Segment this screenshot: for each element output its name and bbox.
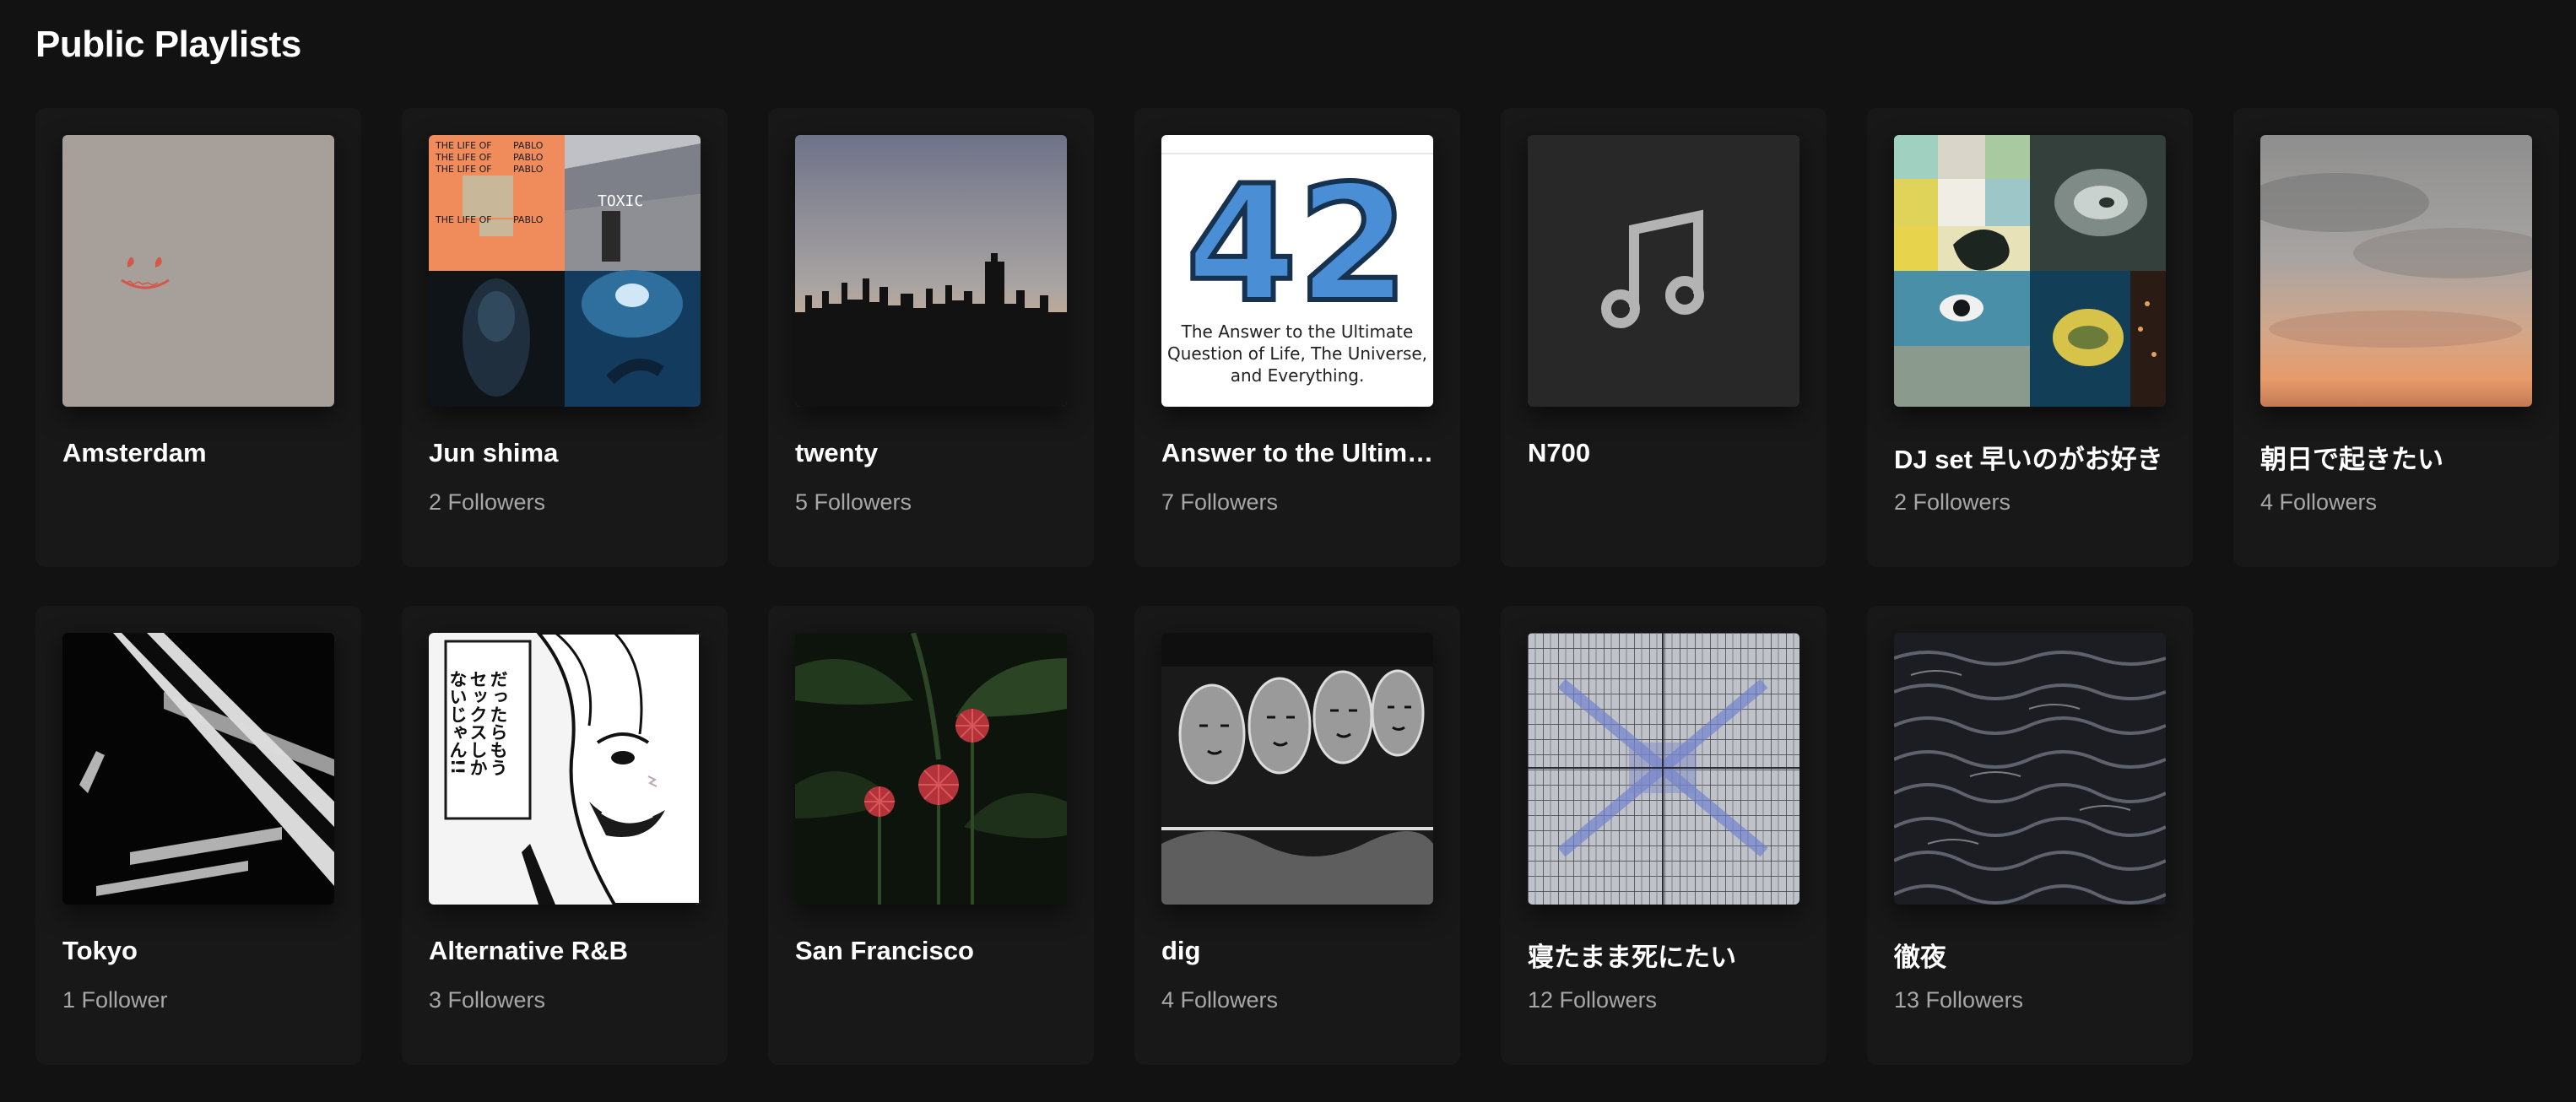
playlist-followers: 4 Followers — [2260, 489, 2378, 515]
album-cover-text: THE LIFE OF — [435, 152, 492, 163]
playlist-followers: 12 Followers — [1528, 987, 1658, 1013]
playlist-title[interactable]: San Francisco — [795, 936, 1074, 966]
playlist-card-answer-to-the-ultimate[interactable]: 42 The Answer to the Ultimate Question o… — [1134, 108, 1460, 567]
playlist-cover-image[interactable] — [1894, 135, 2166, 407]
playlist-card-netamama[interactable]: 寝たまま死にたい 12 Followers — [1501, 606, 1826, 1065]
playlist-card-tetsuya[interactable]: 徹夜 13 Followers — [1867, 606, 2193, 1065]
playlist-title[interactable]: Amsterdam — [62, 438, 341, 468]
playlist-cover-image[interactable] — [1894, 633, 2166, 905]
album-cover-text: THE LIFE OF — [435, 214, 492, 225]
cover-number-text: 42 — [1186, 151, 1409, 338]
cover-caption-text: Question of Life, The Universe, — [1167, 343, 1427, 364]
manga-speech-text: だったらもう — [488, 670, 508, 776]
playlist-cover-image[interactable] — [795, 135, 1067, 407]
playlist-card-asahi[interactable]: 朝日で起きたい 4 Followers — [2233, 108, 2559, 567]
playlist-cover-image[interactable] — [1161, 633, 1433, 905]
playlist-card-twenty[interactable]: twenty 5 Followers — [768, 108, 1094, 567]
playlist-title[interactable]: 寝たまま死にたい — [1528, 936, 1806, 974]
playlist-title[interactable]: Jun shima — [429, 438, 707, 468]
playlist-title[interactable]: Alternative R&B — [429, 936, 707, 966]
playlist-cover-image[interactable]: だったらもう セックスしか ないじゃん!! — [429, 633, 701, 905]
playlist-title[interactable]: Tokyo — [62, 936, 341, 966]
playlist-card-amsterdam[interactable]: Amsterdam — [35, 108, 361, 567]
playlist-followers: 2 Followers — [1894, 489, 2011, 515]
public-playlists-page: Public Playlists Amsterdam THE LIFE OF P… — [0, 0, 2576, 1102]
playlist-cover-image[interactable] — [62, 633, 334, 905]
playlist-title[interactable]: Answer to the Ultimate Question of Life,… — [1161, 438, 1440, 468]
playlist-card-san-francisco[interactable]: San Francisco — [768, 606, 1094, 1065]
playlist-cover-image[interactable] — [62, 135, 334, 407]
playlist-cover-image[interactable]: 42 The Answer to the Ultimate Question o… — [1161, 135, 1433, 407]
section-title: Public Playlists — [35, 24, 301, 65]
playlist-title[interactable]: 徹夜 — [1894, 936, 2173, 974]
album-cover-text: THE LIFE OF — [435, 140, 492, 151]
album-cover-text: TOXIC — [598, 192, 643, 210]
playlist-card-dj-set[interactable]: DJ set 早いのがお好き 2 Followers — [1867, 108, 2193, 567]
playlist-followers: 1 Follower — [62, 987, 168, 1013]
cover-caption-text: The Answer to the Ultimate — [1181, 321, 1414, 342]
playlist-followers: 3 Followers — [429, 987, 546, 1013]
playlist-title[interactable]: 朝日で起きたい — [2260, 438, 2539, 476]
playlist-cover-image[interactable] — [1528, 633, 1799, 905]
playlist-card-jun-shima[interactable]: THE LIFE OF PABLO THE LIFE OF PABLO THE … — [402, 108, 728, 567]
playlist-cover-image[interactable] — [1528, 135, 1799, 407]
playlist-card-alternative-rnb[interactable]: だったらもう セックスしか ないじゃん!! Alternative R&B 3 … — [402, 606, 728, 1065]
playlist-card-dig[interactable]: dig 4 Followers — [1134, 606, 1460, 1065]
playlist-title[interactable]: DJ set 早いのがお好き — [1894, 438, 2173, 476]
album-cover-text: PABLO — [513, 140, 544, 151]
album-cover-text: PABLO — [513, 152, 544, 163]
playlist-title[interactable]: twenty — [795, 438, 1074, 468]
manga-speech-text: ないじゃん!! — [447, 670, 468, 775]
album-cover-text: PABLO — [513, 214, 544, 225]
cover-caption-text: and Everything. — [1231, 365, 1365, 386]
playlist-title[interactable]: N700 — [1528, 438, 1806, 468]
playlist-cover-image[interactable] — [2260, 135, 2532, 407]
playlist-card-tokyo[interactable]: Tokyo 1 Follower — [35, 606, 361, 1065]
playlist-grid: Amsterdam THE LIFE OF PABLO THE LIFE OF … — [35, 108, 2559, 1065]
playlist-followers: 2 Followers — [429, 489, 546, 515]
playlist-cover-image[interactable] — [795, 633, 1067, 905]
playlist-title[interactable]: dig — [1161, 936, 1440, 966]
album-cover-text: PABLO — [513, 164, 544, 175]
playlist-followers: 7 Followers — [1161, 489, 1279, 515]
playlist-followers: 4 Followers — [1161, 987, 1279, 1013]
manga-speech-text: セックスしか — [468, 670, 488, 776]
playlist-followers: 5 Followers — [795, 489, 912, 515]
playlist-cover-image[interactable]: THE LIFE OF PABLO THE LIFE OF PABLO THE … — [429, 135, 701, 407]
playlist-card-n700[interactable]: N700 — [1501, 108, 1826, 567]
album-cover-text: THE LIFE OF — [435, 164, 492, 175]
playlist-followers: 13 Followers — [1894, 987, 2024, 1013]
